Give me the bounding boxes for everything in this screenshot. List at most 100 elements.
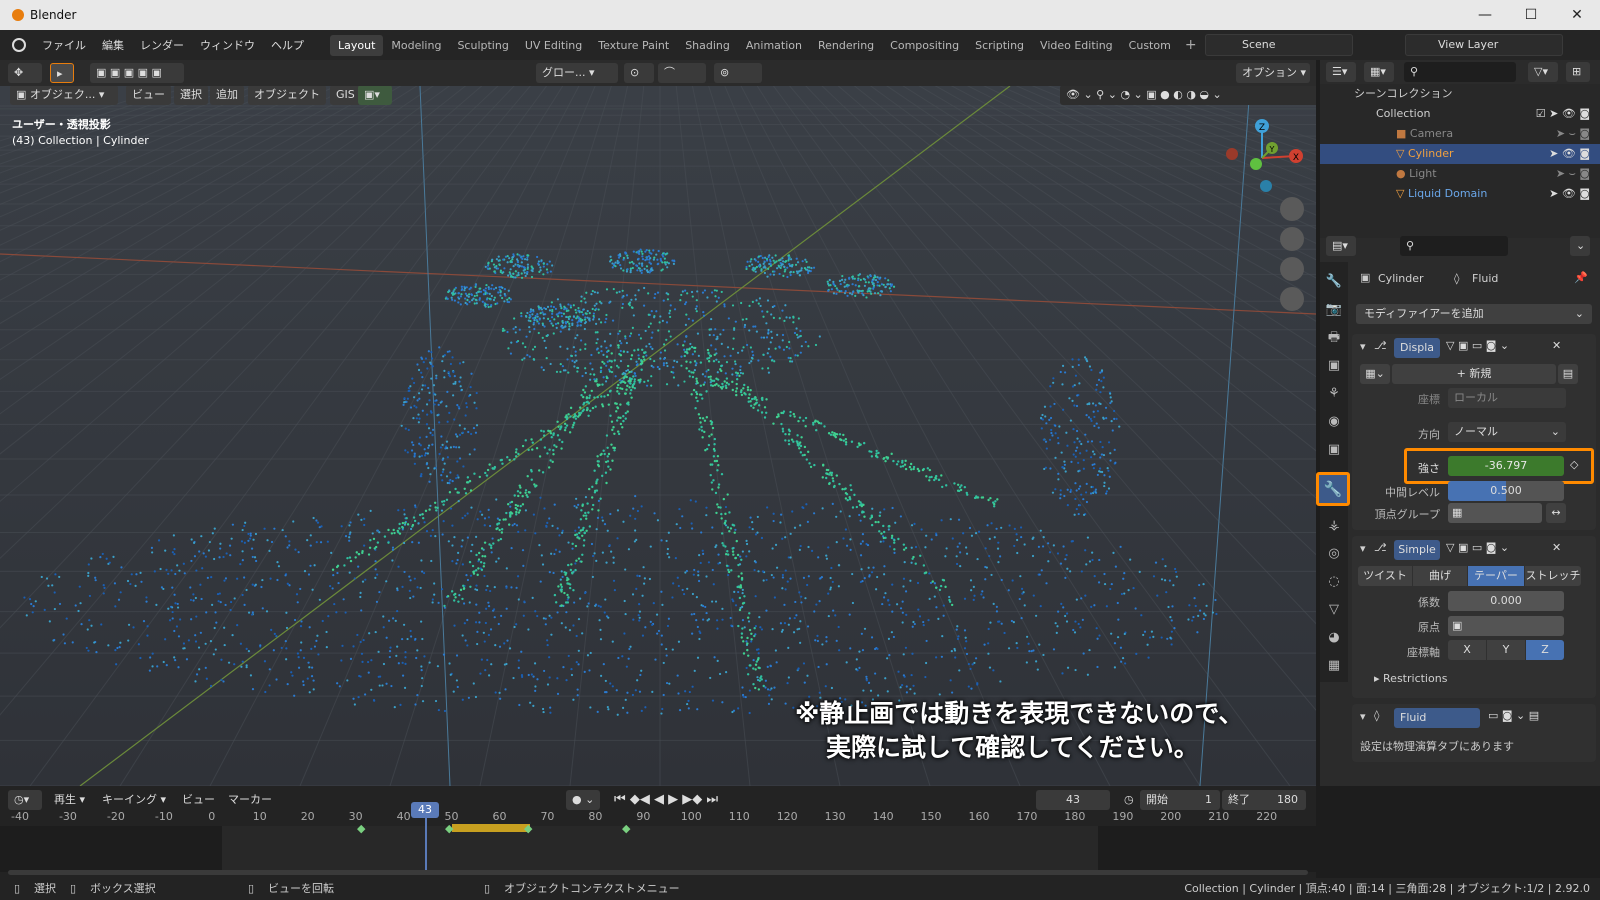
tab-sculpting[interactable]: Sculpting — [449, 35, 516, 56]
outliner-search-input[interactable]: ⚲ — [1404, 62, 1516, 82]
new-texture-button[interactable]: + 新規 — [1392, 364, 1556, 384]
gis-menu[interactable]: GIS — [330, 86, 361, 105]
pivot-icon[interactable]: ⊙ — [624, 63, 654, 83]
direction-select[interactable]: ノーマル ⌄ — [1448, 422, 1566, 442]
displace-remove-icon[interactable]: ✕ — [1552, 339, 1561, 352]
new-collection-icon[interactable]: ⊞ — [1566, 62, 1590, 82]
mode-selector[interactable]: ▣ オブジェク... ▾ — [10, 86, 118, 105]
keyframe-icon[interactable]: ◆ — [524, 822, 532, 835]
factor-field[interactable]: 0.000 — [1448, 591, 1564, 611]
view-layer-selector[interactable]: View Layer — [1405, 34, 1563, 56]
tab-rendering[interactable]: Rendering — [810, 35, 882, 56]
object-menu[interactable]: オブジェクト — [248, 86, 326, 105]
liquid-domain-visibility-icons[interactable]: ➤ 👁 ◙ — [1549, 184, 1590, 204]
midlevel-field[interactable]: 0.500 — [1448, 481, 1564, 501]
properties-editor-icon[interactable]: ▤▾ — [1326, 236, 1356, 256]
tab-texture-paint[interactable]: Texture Paint — [590, 35, 677, 56]
simple-remove-icon[interactable]: ✕ — [1552, 541, 1561, 554]
displace-name-field[interactable]: Displa — [1394, 338, 1440, 358]
menu-render[interactable]: レンダー — [132, 37, 192, 53]
select-menu[interactable]: 選択 — [174, 86, 208, 105]
proportional-edit-icon[interactable]: ⊚ — [714, 63, 762, 83]
tab-compositing[interactable]: Compositing — [882, 35, 967, 56]
keyframe-icon[interactable]: ◆ — [622, 822, 630, 835]
origin-field[interactable]: ▣ — [1448, 616, 1564, 636]
collapse-icon[interactable]: ▾ — [1360, 542, 1366, 555]
mode-bend-button[interactable]: 曲げ — [1413, 566, 1467, 586]
displace-toggle-icons[interactable]: ▽ ▣ ▭ ◙ ⌄ — [1446, 339, 1509, 352]
restrictions-expander[interactable]: ▸ Restrictions — [1374, 672, 1447, 685]
selection-mode-icons[interactable]: ▣ ▣ ▣ ▣ ▣ — [90, 63, 184, 83]
tab-modeling[interactable]: Modeling — [383, 35, 449, 56]
pin-icon[interactable]: 📌 — [1574, 271, 1588, 284]
filter-icon[interactable]: ▽▾ — [1528, 62, 1558, 82]
invert-vertex-group-icon[interactable]: ↔ — [1546, 503, 1566, 523]
blender-menu-icon[interactable] — [12, 38, 26, 52]
add-menu[interactable]: 追加 — [210, 86, 244, 105]
tab-animation[interactable]: Animation — [738, 35, 810, 56]
playhead-frame-badge[interactable]: 43 — [411, 802, 439, 818]
transform-orientation[interactable]: グロー... ▾ — [536, 63, 618, 83]
menu-edit[interactable]: 編集 — [94, 37, 132, 53]
tab-layout[interactable]: Layout — [330, 34, 384, 56]
modifier-tab-wrench-icon[interactable]: 🔧 — [1316, 472, 1350, 506]
view-menu[interactable]: ビュー — [126, 86, 171, 105]
tab-uv-editing[interactable]: UV Editing — [517, 35, 590, 56]
3d-viewport[interactable]: Z X Y ▣ オブジェク... ▾ ビュー 選択 追加 オブジェクト GIS … — [0, 86, 1316, 786]
collapse-icon[interactable]: ▾ — [1360, 710, 1366, 723]
keyframe-diamond-icon[interactable]: ◇ — [1570, 458, 1578, 471]
collapse-icon[interactable]: ▾ — [1360, 340, 1366, 353]
light-visibility-icons[interactable]: ➤ ⌣ ◙ — [1556, 164, 1590, 184]
outliner-item-camera[interactable]: ■ Camera ➤ ⌣ ◙ — [1320, 124, 1600, 144]
keyframe-icon[interactable]: ◆ — [357, 822, 365, 835]
editor-type-icon[interactable]: ✥ — [8, 63, 42, 83]
add-workspace-icon[interactable]: + — [1179, 37, 1203, 53]
viewport-shading-controls[interactable]: 👁 ⌄ ⚲ ⌄ ◔ ⌄ ▣ ● ◐ ◑ ◒ ⌄ — [1060, 86, 1316, 105]
strength-field[interactable]: -36.797 — [1448, 456, 1564, 476]
outliner-scene-collection[interactable]: シーンコレクション — [1320, 84, 1600, 104]
menu-window[interactable]: ウィンドウ — [192, 37, 263, 53]
fluid-name-field[interactable]: Fluid — [1394, 708, 1480, 728]
axis-x-button[interactable]: X — [1448, 640, 1486, 660]
camera-visibility-icons[interactable]: ➤ ⌣ ◙ — [1556, 124, 1590, 144]
fluid-toggle-icons[interactable]: ▭ ◙ ⌄ ▤ — [1488, 709, 1539, 722]
simple-toggle-icons[interactable]: ▽ ▣ ▭ ◙ ⌄ — [1446, 541, 1509, 554]
menu-file[interactable]: ファイル — [34, 37, 94, 53]
properties-search-input[interactable]: ⚲ — [1400, 236, 1508, 256]
minimize-button[interactable]: — — [1462, 0, 1508, 30]
tab-scripting[interactable]: Scripting — [967, 35, 1032, 56]
scene-selector[interactable]: Scene — [1205, 34, 1353, 56]
axis-y-button[interactable]: Y — [1487, 640, 1525, 660]
properties-menu-icon[interactable]: ⌄ — [1570, 236, 1590, 256]
cylinder-visibility-icons[interactable]: ➤ 👁 ◙ — [1549, 144, 1590, 164]
texture-browse-icon[interactable]: ▦⌄ — [1360, 364, 1390, 384]
keyframe-icon[interactable]: ◆ — [445, 822, 453, 835]
options-menu[interactable]: オプション ▾ — [1236, 63, 1310, 83]
properties-tab-icons[interactable]: 🔧 📷 🖶 ▣ ⚘ ◉ ▣ — [1324, 268, 1344, 464]
timeline-scrollbar[interactable] — [8, 870, 1308, 875]
outliner-item-cylinder[interactable]: ▽ Cylinder ➤ 👁 ◙ — [1320, 144, 1600, 164]
gis-tool-icon[interactable]: ▣▾ — [358, 86, 392, 105]
simple-name-field[interactable]: Simple — [1394, 540, 1440, 560]
axis-z-button[interactable]: Z — [1526, 640, 1564, 660]
add-modifier-button[interactable]: モディファイアーを追加 ⌄ — [1356, 304, 1592, 324]
outliner-editor-icon[interactable]: ☰▾ — [1326, 62, 1356, 82]
tab-custom[interactable]: Custom — [1121, 35, 1179, 56]
outliner-collection[interactable]: Collection ☑ ➤ 👁 ◙ — [1320, 104, 1600, 124]
menu-help[interactable]: ヘルプ — [263, 37, 312, 53]
texture-options-icon[interactable]: ▤ — [1558, 364, 1578, 384]
visibility-icons[interactable]: ☑ ➤ 👁 ◙ — [1536, 104, 1590, 124]
display-mode-icon[interactable]: ▦▾ — [1364, 62, 1394, 82]
outliner-item-liquid-domain[interactable]: ▽ Liquid Domain ➤ 👁 ◙ — [1320, 184, 1600, 204]
vertex-group-field[interactable]: ▦ — [1448, 503, 1542, 523]
mode-taper-button[interactable]: テーパー — [1468, 566, 1524, 586]
tab-shading[interactable]: Shading — [677, 35, 738, 56]
outliner-item-light[interactable]: ● Light ➤ ⌣ ◙ — [1320, 164, 1600, 184]
coords-select[interactable]: ローカル — [1448, 388, 1566, 408]
maximize-button[interactable]: ☐ — [1508, 0, 1554, 30]
tab-video-editing[interactable]: Video Editing — [1032, 35, 1121, 56]
select-tool-icon[interactable]: ▸ — [50, 63, 74, 83]
properties-tab-icons-lower[interactable]: ⚶ ◎ ◌ ▽ ◕ ▦ — [1324, 512, 1344, 680]
mode-stretch-button[interactable]: ストレッチ — [1525, 566, 1581, 586]
mode-twist-button[interactable]: ツイスト — [1358, 566, 1412, 586]
